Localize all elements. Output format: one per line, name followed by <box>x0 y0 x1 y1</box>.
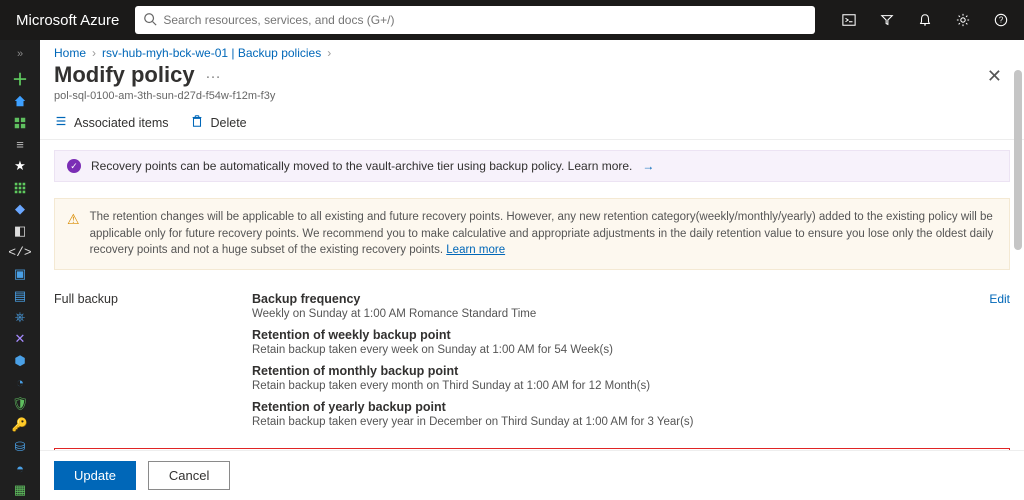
rail-service-8-icon[interactable]: ⬢ <box>4 351 36 371</box>
notifications-icon[interactable] <box>907 0 943 40</box>
full-week-value: Retain backup taken every week on Sunday… <box>252 344 981 356</box>
search-icon <box>143 12 157 29</box>
rail-dashboard-icon[interactable] <box>4 113 36 133</box>
rail-service-11-icon[interactable]: 🔑 <box>4 416 36 436</box>
cloud-shell-icon[interactable] <box>831 0 867 40</box>
search-wrap <box>135 6 815 34</box>
rail-expand-icon[interactable]: » <box>4 44 36 64</box>
full-year-title: Retention of yearly backup point <box>252 400 981 414</box>
more-icon[interactable]: … <box>205 65 221 82</box>
rail-service-9-icon[interactable]: ◔ <box>4 372 36 392</box>
associated-items-button[interactable]: Associated items <box>54 114 168 131</box>
trash-icon <box>190 114 204 131</box>
filter-icon[interactable] <box>869 0 905 40</box>
rail-service-2-icon[interactable]: ◧ <box>4 221 36 241</box>
full-month-title: Retention of monthly backup point <box>252 364 981 378</box>
rail-service-5-icon[interactable]: ▤ <box>4 286 36 306</box>
rail-service-6-icon[interactable]: ⎈ <box>4 308 36 328</box>
update-button[interactable]: Update <box>54 461 136 490</box>
full-year-value: Retain backup taken every year in Decemb… <box>252 416 981 428</box>
rail-home-icon[interactable] <box>4 92 36 112</box>
warning-icon: ⚠ <box>67 209 80 259</box>
rail-service-1-icon[interactable]: ◆ <box>4 200 36 220</box>
brand: Microsoft Azure <box>8 12 127 29</box>
warning-text: The retention changes will be applicable… <box>90 211 994 256</box>
crumb-vault[interactable]: rsv-hub-myh-bck-we-01 | Backup policies <box>102 46 321 60</box>
associated-items-label: Associated items <box>74 116 168 130</box>
toolbar: Associated items Delete <box>40 108 1024 140</box>
svg-text:?: ? <box>999 16 1004 25</box>
page-title: Modify policy <box>54 62 195 88</box>
scrollbar[interactable] <box>1010 40 1024 500</box>
help-icon[interactable]: ? <box>983 0 1019 40</box>
full-freq-value: Weekly on Sunday at 1:00 AM Romance Stan… <box>252 308 981 320</box>
left-rail: » ＋ ≡ ★ ◆ ◧ </> ▣ ▤ ⎈ ✕ ⬢ ◔ 🛡 🔑 ⛁ ◓ ▦ <box>0 40 40 500</box>
warning-learn-more[interactable]: Learn more <box>446 244 505 256</box>
close-icon[interactable]: ✕ <box>979 62 1010 91</box>
topbar: Microsoft Azure ? <box>0 0 1024 40</box>
rail-service-10-icon[interactable]: 🛡 <box>4 394 36 414</box>
rail-favorites-icon[interactable]: ★ <box>4 156 36 176</box>
rail-service-12-icon[interactable]: ⛁ <box>4 437 36 457</box>
tip-arrow[interactable]: → <box>642 159 654 173</box>
search-box[interactable] <box>135 6 815 34</box>
warning-banner: ⚠ The retention changes will be applicab… <box>54 198 1010 270</box>
rail-service-13-icon[interactable]: ◓ <box>4 459 36 479</box>
full-freq-title: Backup frequency <box>252 292 981 306</box>
delete-button[interactable]: Delete <box>190 114 246 131</box>
search-input[interactable] <box>163 13 807 27</box>
crumb-home[interactable]: Home <box>54 46 86 60</box>
check-circle-icon: ✓ <box>67 159 81 173</box>
rail-service-3-icon[interactable]: </> <box>4 243 36 263</box>
full-backup-section: Full backup Backup frequency Weekly on S… <box>54 288 1010 440</box>
full-week-title: Retention of weekly backup point <box>252 328 981 342</box>
tip-banner: ✓ Recovery points can be automatically m… <box>54 150 1010 182</box>
main: Home › rsv-hub-myh-bck-we-01 | Backup po… <box>40 40 1024 500</box>
cancel-button[interactable]: Cancel <box>148 461 230 490</box>
rail-create-icon[interactable]: ＋ <box>4 66 36 90</box>
tip-text: Recovery points can be automatically mov… <box>91 159 632 173</box>
full-backup-label: Full backup <box>54 292 244 306</box>
chevron-right-icon: › <box>92 46 96 60</box>
full-edit-link[interactable]: Edit <box>989 292 1010 306</box>
chevron-right-icon: › <box>327 46 331 60</box>
page-subtitle: pol-sql-0100-am-3th-sun-d27d-f54w-f12m-f… <box>54 90 979 102</box>
rail-service-4-icon[interactable]: ▣ <box>4 264 36 284</box>
footer-actions: Update Cancel <box>40 450 1024 500</box>
rail-all-services-icon[interactable] <box>4 178 36 198</box>
settings-icon[interactable] <box>945 0 981 40</box>
top-icons: ? <box>831 0 1024 40</box>
full-month-value: Retain backup taken every month on Third… <box>252 380 981 392</box>
delete-label: Delete <box>210 116 246 130</box>
rail-service-14-icon[interactable]: ▦ <box>4 480 36 500</box>
list-icon <box>54 114 68 131</box>
rail-list-icon[interactable]: ≡ <box>4 135 36 155</box>
rail-service-7-icon[interactable]: ✕ <box>4 329 36 349</box>
breadcrumb: Home › rsv-hub-myh-bck-we-01 | Backup po… <box>40 40 1024 60</box>
